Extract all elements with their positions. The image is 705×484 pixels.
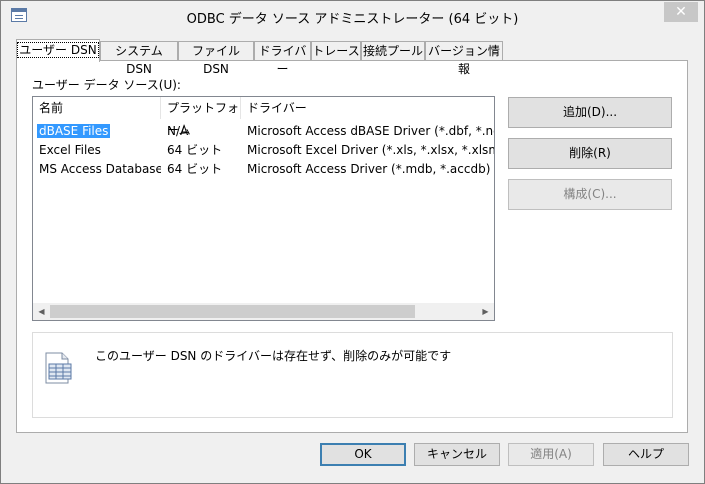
window-title: ODBC データ ソース アドミニストレーター (64 ビット): [186, 12, 519, 27]
tab-file-dsn[interactable]: ファイル DSN: [178, 41, 254, 76]
column-header-platform[interactable]: プラットフォーム: [161, 97, 241, 137]
column-header-driver[interactable]: ドライバー: [241, 97, 494, 119]
tab-label: ユーザー DSN: [17, 42, 99, 58]
dsn-name: MS Access Database: [39, 162, 161, 176]
dsn-name-text: dBASE Files: [37, 124, 111, 138]
apply-button[interactable]: 適用(A): [508, 443, 594, 466]
tab-tracing[interactable]: トレース: [311, 41, 361, 60]
list-header: 名前 プラットフォーム ドライバー: [33, 97, 494, 137]
list-item[interactable]: MS Access Database 64 ビット Microsoft Acce…: [33, 160, 494, 179]
data-source-document-icon: [45, 352, 72, 384]
scroll-left-arrow-icon[interactable]: ◀: [33, 303, 50, 320]
configure-button[interactable]: 構成(C)...: [508, 179, 672, 210]
tab-connection-pooling[interactable]: 接続プール: [361, 41, 425, 60]
dsn-name: Excel Files: [39, 143, 101, 157]
tab-system-dsn[interactable]: システム DSN: [100, 41, 178, 76]
title-bar[interactable]: ODBC データ ソース アドミニストレーター (64 ビット) ✕: [1, 1, 704, 31]
horizontal-scrollbar[interactable]: ◀ ▶: [33, 303, 494, 320]
tab-drivers[interactable]: ドライバー: [254, 41, 311, 76]
column-header-name[interactable]: 名前: [33, 97, 161, 119]
dsn-driver: Microsoft Excel Driver (*.xls, *.xlsx, *…: [247, 143, 494, 157]
cancel-button[interactable]: キャンセル: [414, 443, 500, 466]
dsn-driver: Microsoft Access dBASE Driver (*.dbf, *.…: [247, 124, 494, 138]
user-dsn-list[interactable]: 名前 プラットフォーム ドライバー dBASE Files N/A Micros…: [32, 96, 495, 321]
dsn-driver: Microsoft Access Driver (*.mdb, *.accdb): [247, 162, 491, 176]
dsn-platform: N/A: [167, 124, 189, 138]
tab-about[interactable]: バージョン情報: [425, 41, 503, 76]
dsn-platform: 64 ビット: [167, 143, 223, 157]
ok-button[interactable]: OK: [320, 443, 406, 466]
close-button[interactable]: ✕: [664, 2, 698, 22]
scroll-thumb[interactable]: [50, 305, 415, 318]
scroll-right-arrow-icon[interactable]: ▶: [477, 303, 494, 320]
list-item[interactable]: Excel Files 64 ビット Microsoft Excel Drive…: [33, 141, 494, 160]
add-button[interactable]: 追加(D)...: [508, 97, 672, 128]
list-item[interactable]: dBASE Files N/A Microsoft Access dBASE D…: [33, 122, 494, 141]
dsn-name: dBASE Files: [37, 122, 161, 141]
tab-user-dsn[interactable]: ユーザー DSN: [16, 39, 100, 62]
info-box: [32, 332, 673, 418]
dsn-platform: 64 ビット: [167, 162, 223, 176]
info-message: このユーザー DSN のドライバーは存在せず、削除のみが可能です: [95, 349, 452, 363]
user-data-sources-label: ユーザー データ ソース(U):: [32, 78, 181, 92]
help-button[interactable]: ヘルプ: [603, 443, 689, 466]
remove-button[interactable]: 削除(R): [508, 138, 672, 169]
